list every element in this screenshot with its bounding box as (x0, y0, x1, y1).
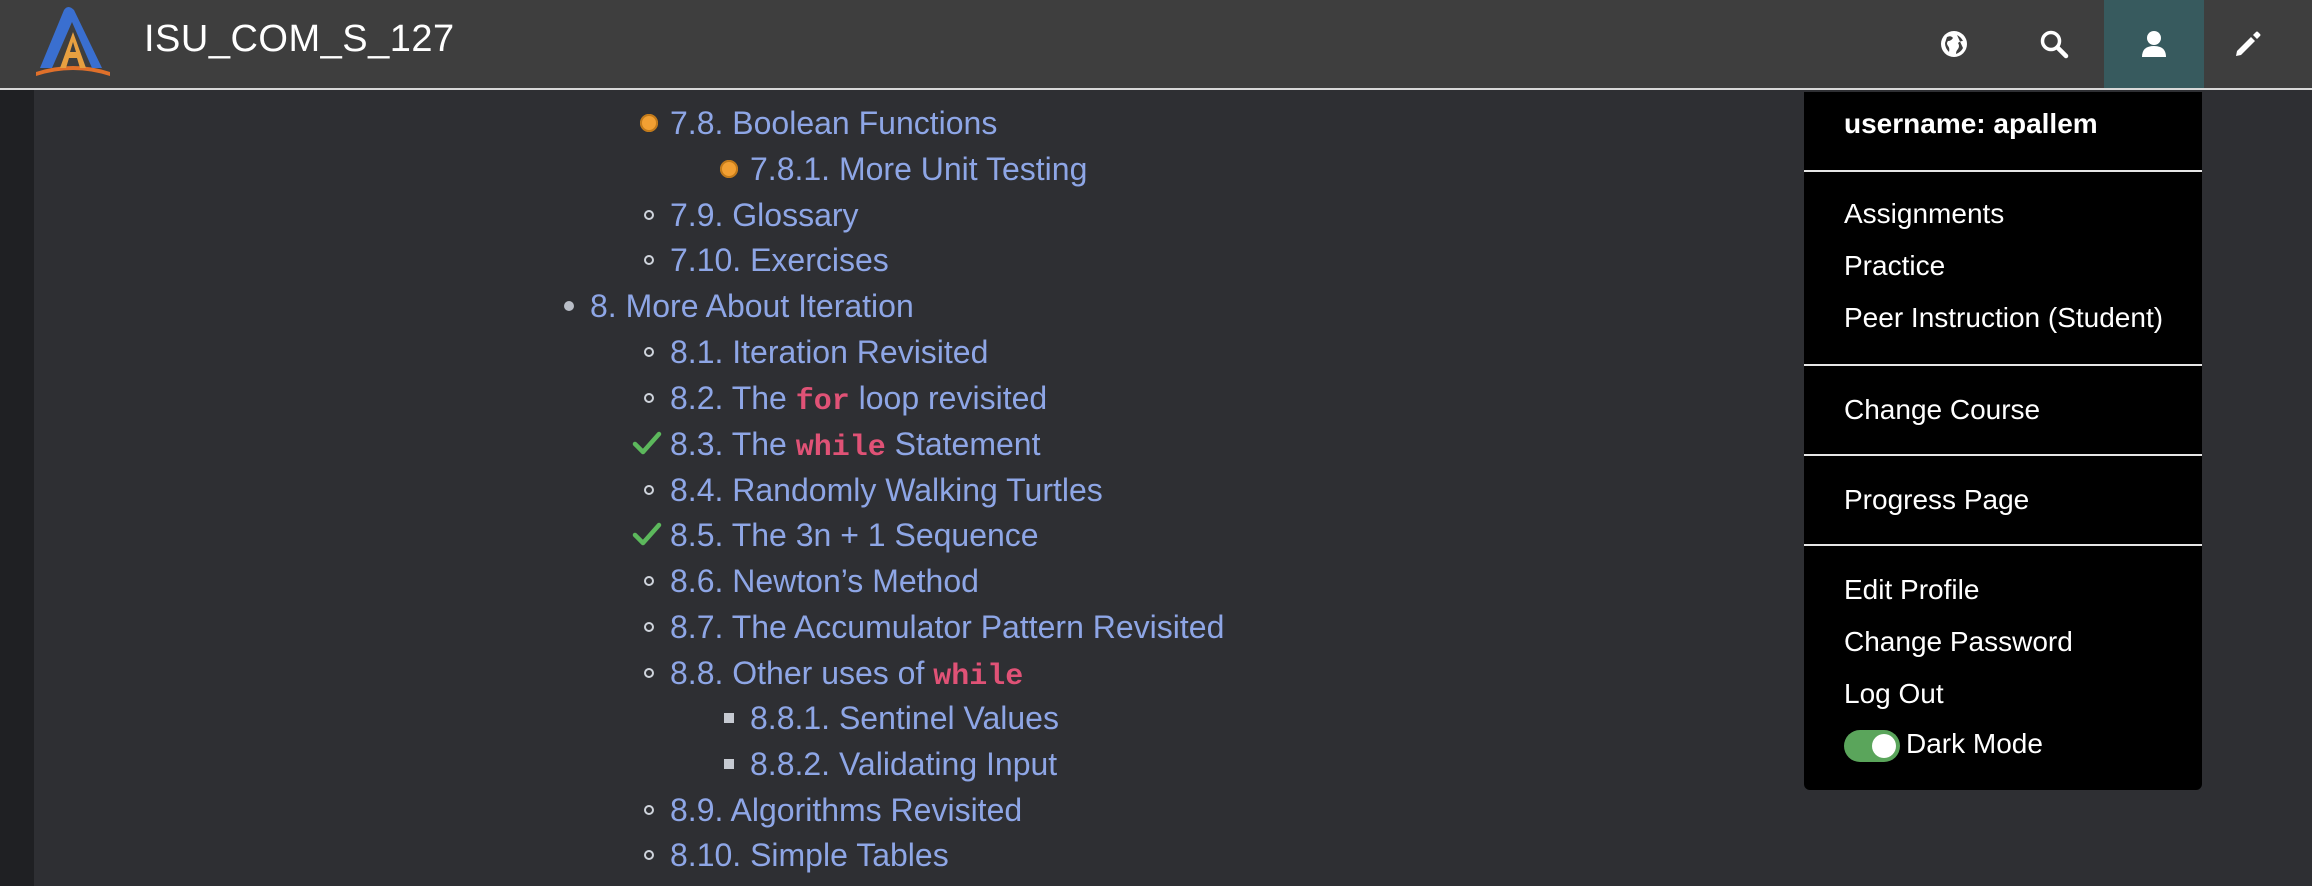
circle-bullet-icon (636, 604, 666, 650)
menu-divider (1804, 364, 2202, 366)
toc-item[interactable]: 8.9. Algorithms Revisited (644, 787, 1022, 833)
table-of-contents: 7.8. Boolean Functions 7.8.1. More Unit … (34, 90, 1814, 886)
square-bullet-icon (716, 695, 746, 741)
dark-mode-label: Dark Mode (1906, 728, 2043, 759)
toc-item[interactable]: 8.6. Newton’s Method (644, 558, 979, 604)
toc-item[interactable]: 7.8. Boolean Functions (640, 100, 997, 146)
code-keyword: for (795, 385, 850, 419)
toc-item[interactable]: 7.9. Glossary (644, 192, 859, 238)
circle-bullet-icon (636, 832, 666, 878)
course-title[interactable]: ISU_COM_S_127 (144, 18, 455, 61)
menu-divider (1804, 544, 2202, 546)
menu-divider (1804, 170, 2202, 172)
circle-bullet-icon (636, 558, 666, 604)
circle-bullet-icon (636, 787, 666, 833)
toc-item[interactable]: 8.8.1. Sentinel Values (724, 695, 1059, 741)
code-keyword: while (795, 431, 886, 465)
code-keyword: while (933, 660, 1024, 694)
user-icon[interactable] (2104, 0, 2204, 88)
toc-chapter[interactable]: 8. More About Iteration (564, 283, 914, 329)
menu-item-practice[interactable]: Practice (1844, 250, 1945, 282)
toc-item[interactable]: 8.3. The while Statement (632, 421, 1040, 467)
toc-item[interactable]: 8.5. The 3n + 1 Sequence (632, 512, 1039, 558)
toc-item[interactable]: 8.8. Other uses of while (644, 650, 1024, 696)
circle-bullet-icon (636, 467, 666, 513)
toc-item[interactable]: 8.10. Simple Tables (644, 832, 949, 878)
toc-item[interactable]: 7.8.1. More Unit Testing (720, 146, 1087, 192)
logo-icon[interactable] (30, 2, 116, 80)
toc-item[interactable]: 8.8.2. Validating Input (724, 741, 1057, 787)
left-margin-strip (0, 90, 34, 886)
toc-item[interactable]: 8.2. The for loop revisited (644, 375, 1047, 421)
circle-bullet-icon (636, 650, 666, 696)
menu-item-edit-profile[interactable]: Edit Profile (1844, 574, 1979, 606)
disc-bullet-icon (556, 283, 586, 329)
toc-item[interactable]: 8.1. Iteration Revisited (644, 329, 988, 375)
menu-item-progress-page[interactable]: Progress Page (1844, 484, 2029, 516)
search-icon[interactable] (2004, 0, 2104, 88)
menu-item-assignments[interactable]: Assignments (1844, 198, 2004, 230)
square-bullet-icon (716, 741, 746, 787)
user-dropdown-menu: username: apallem Assignments Practice P… (1804, 92, 2202, 790)
circle-bullet-icon (636, 375, 666, 421)
circle-bullet-icon (636, 192, 666, 238)
orange-dot-icon (716, 146, 746, 192)
circle-bullet-icon (636, 237, 666, 283)
menu-item-peer-instruction[interactable]: Peer Instruction (Student) (1844, 302, 2163, 334)
menu-divider (1804, 454, 2202, 456)
checkmark-icon (632, 421, 662, 467)
globe-icon[interactable] (1904, 0, 2004, 88)
menu-item-log-out[interactable]: Log Out (1844, 678, 1944, 710)
dark-mode-toggle[interactable] (1844, 730, 1900, 762)
pencil-icon[interactable] (2198, 0, 2298, 88)
username-label: username: apallem (1844, 108, 2098, 139)
checkmark-icon (632, 512, 662, 558)
toc-item[interactable]: 8.4. Randomly Walking Turtles (644, 467, 1103, 513)
top-navbar: ISU_COM_S_127 (0, 0, 2312, 90)
toc-item[interactable]: 7.10. Exercises (644, 237, 889, 283)
menu-item-change-course[interactable]: Change Course (1844, 394, 2040, 426)
menu-item-change-password[interactable]: Change Password (1844, 626, 2073, 658)
circle-bullet-icon (636, 329, 666, 375)
orange-dot-icon (636, 100, 666, 146)
toc-item[interactable]: 8.7. The Accumulator Pattern Revisited (644, 604, 1224, 650)
